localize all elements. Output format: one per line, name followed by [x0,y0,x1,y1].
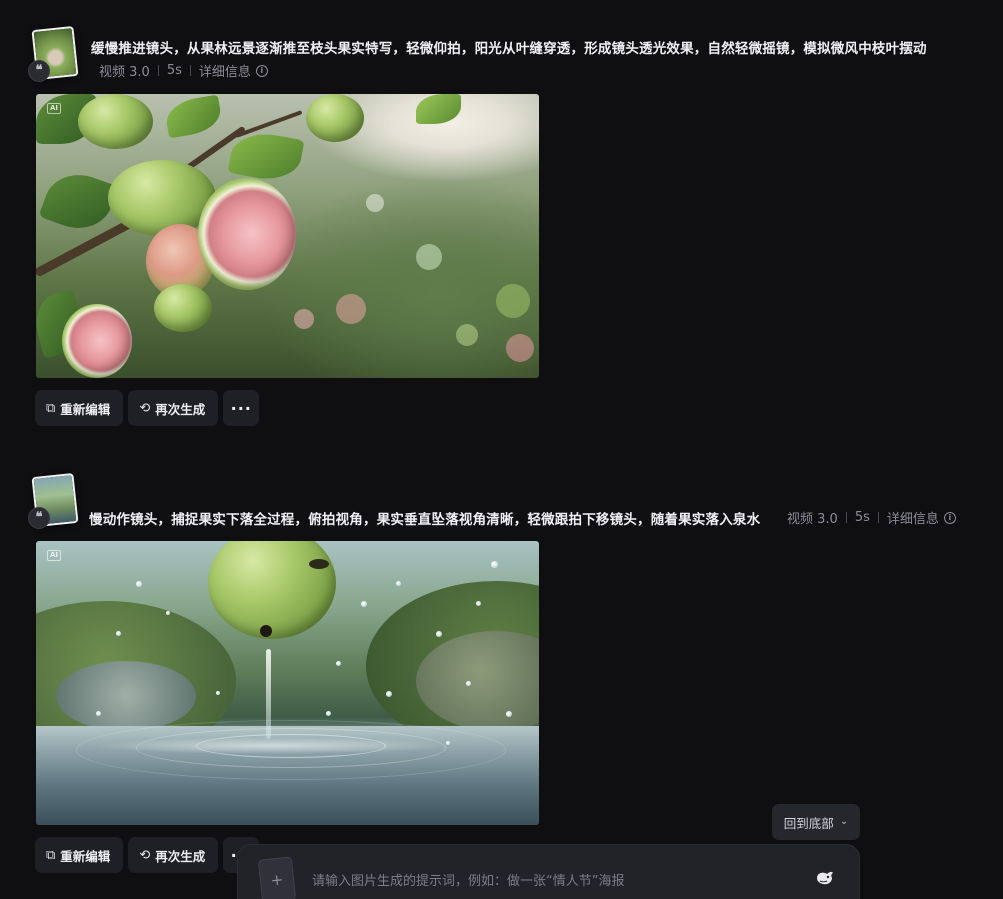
scroll-to-bottom-label: 回到底部 [783,815,834,831]
video-preview[interactable]: AI [36,94,539,378]
reedit-button[interactable]: ⧉ 重新编辑 [35,837,124,873]
regenerate-button[interactable]: ⟲ 再次生成 [128,837,219,873]
info-icon[interactable]: i [943,511,956,524]
separator [877,512,879,523]
add-reference-button[interactable]: + [257,856,297,899]
ai-tag: AI [47,550,62,561]
reedit-button[interactable]: ⧉ 重新编辑 [35,390,124,426]
separator [189,65,191,76]
separator [157,65,159,76]
duration-label: 5s [166,63,182,78]
edit-icon: ⧉ [46,847,56,863]
action-row: ⧉ 重新编辑 ⟲ 再次生成 ··· [35,390,260,426]
regenerate-button[interactable]: ⟲ 再次生成 [128,390,219,426]
reedit-label: 重新编辑 [60,848,111,864]
quote-icon: ❝ [28,507,50,529]
reedit-label: 重新编辑 [60,401,111,417]
edit-icon: ⧉ [46,400,56,416]
meta-line: 视频 3.0 5s 详细信息 i [787,508,956,527]
prompt-text: 缓慢推进镜头，从果林远景逐渐推至枝头果实特写，轻微仰拍，阳光从叶缝穿透，形成镜头… [91,41,927,57]
whale-send-icon[interactable] [814,869,836,891]
double-chevron-down-icon: ⌄ [839,816,849,827]
page: ❝ 缓慢推进镜头，从果林远景逐渐推至枝头果实特写，轻微仰拍，阳光从叶缝穿透，形成… [0,0,1003,899]
separator [845,512,847,523]
regenerate-icon: ⟲ [139,847,151,863]
quote-icon: ❝ [28,60,50,82]
regenerate-icon: ⟲ [139,400,151,416]
meta-line: 视频 3.0 5s 详细信息 i [99,61,268,80]
prompt-bar: + [237,844,860,899]
prompt-text: 慢动作镜头，捕捉果实下落全过程，俯拍视角，果实垂直坠落视角清晰，轻微跟拍下移镜头… [89,512,761,528]
model-label: 视频 3.0 [99,65,150,80]
prompt-input[interactable] [310,870,780,892]
duration-label: 5s [854,510,870,525]
action-row: ⧉ 重新编辑 ⟲ 再次生成 ··· [35,837,260,873]
model-label: 视频 3.0 [787,512,838,527]
regenerate-label: 再次生成 [155,848,206,864]
more-icon: ··· [230,398,252,418]
more-button[interactable]: ··· [223,390,260,426]
ai-tag: AI [47,103,62,114]
scroll-to-bottom-button[interactable]: 回到底部 ⌄ [772,804,860,840]
details-link[interactable]: 详细信息 [199,61,251,80]
video-preview[interactable]: AI [36,541,539,825]
info-icon[interactable]: i [255,64,268,77]
regenerate-label: 再次生成 [155,401,206,417]
details-link[interactable]: 详细信息 [887,508,939,527]
